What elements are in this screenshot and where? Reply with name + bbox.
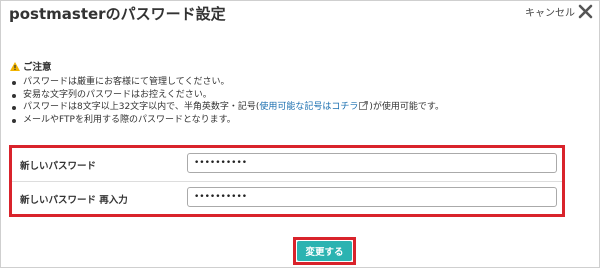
- list-item: パスワードは8文字以上32文字以内で、半角英数字・記号(使用可能な記号はコチラ)…: [10, 101, 590, 114]
- list-item: パスワードは厳重にお客様にて管理してください。: [10, 76, 590, 89]
- new-password-field[interactable]: [187, 153, 557, 173]
- submit-highlight: 変更する: [293, 237, 356, 265]
- close-icon[interactable]: [578, 4, 593, 19]
- cancel-label: キャンセル: [525, 8, 575, 19]
- warning-icon: [10, 61, 20, 71]
- list-item: メールやFTPを利用する際のパスワードとなります。: [10, 114, 590, 127]
- new-password-label: 新しいパスワード: [20, 161, 97, 172]
- confirm-password-field[interactable]: [187, 187, 557, 207]
- rule-text-before: パスワードは8文字以上32文字以内で、半角英数字・記号(: [23, 102, 260, 113]
- notice-heading: ご注意: [10, 59, 590, 73]
- new-password-row: 新しいパスワード: [12, 148, 562, 182]
- external-link-icon[interactable]: [359, 101, 369, 111]
- allowed-symbols-link[interactable]: 使用可能な記号はコチラ: [259, 102, 358, 112]
- password-form: 新しいパスワード 新しいパスワード 再入力: [9, 145, 565, 217]
- rule-text-after: )が使用可能です。: [369, 102, 444, 113]
- confirm-password-label: 新しいパスワード 再入力: [20, 195, 128, 206]
- notice-heading-text: ご注意: [23, 62, 52, 73]
- cancel-button[interactable]: キャンセル: [525, 4, 593, 19]
- notice-section: ご注意 パスワードは厳重にお客様にて管理してください。 安易な文字列のパスワード…: [10, 59, 590, 126]
- notice-list: パスワードは厳重にお客様にて管理してください。 安易な文字列のパスワードはお控え…: [10, 76, 590, 126]
- submit-button[interactable]: 変更する: [297, 241, 352, 261]
- password-dialog: postmasterのパスワード設定 キャンセル ご注意 パスワードは厳重にお客…: [0, 0, 600, 268]
- dialog-title: postmasterのパスワード設定: [9, 5, 226, 23]
- confirm-password-row: 新しいパスワード 再入力: [12, 182, 562, 215]
- list-item: 安易な文字列のパスワードはお控えください。: [10, 89, 590, 102]
